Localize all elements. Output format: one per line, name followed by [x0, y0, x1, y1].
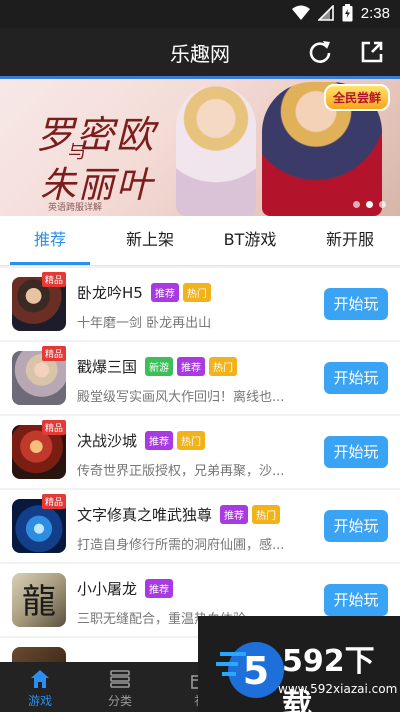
game-description: 打造自身修行所需的洞府仙圃，感... [77, 538, 285, 553]
game-description: 传奇世界正版授权，兄弟再聚，沙... [77, 464, 285, 479]
status-bar: 2:38 [0, 0, 400, 28]
dragon-glyph-icon: 龍 [22, 582, 56, 622]
start-play-button[interactable]: 开始玩 [324, 362, 388, 394]
game-description: 十年磨一剑 卧龙再出山 [77, 316, 212, 331]
site-watermark: 5 592下载 www.592xiazai.com [198, 616, 400, 712]
tag-recommended: 推荐 [145, 431, 174, 450]
tag-recommended: 推荐 [150, 283, 179, 302]
promo-banner[interactable]: 罗密欧 与 朱丽叶 英语跨服详解 全民尝鲜 [0, 76, 400, 216]
refresh-icon[interactable] [306, 38, 334, 66]
game-name: 卧龙吟H5 [77, 284, 143, 302]
banner-title-line1: 罗密欧 [36, 113, 157, 157]
nav-games-label: 游戏 [27, 694, 52, 708]
banner-pagination [353, 201, 386, 208]
wifi-icon [291, 5, 310, 20]
banner-dot[interactable] [379, 201, 386, 208]
banner-heroine-art [176, 86, 256, 216]
tag-new: 新游 [145, 357, 174, 376]
watermark-logo-icon: 5 [216, 642, 284, 698]
premium-badge: 精品 [42, 420, 67, 435]
start-play-button[interactable]: 开始玩 [324, 288, 388, 320]
nav-categories[interactable]: 分类 [80, 662, 160, 712]
game-row[interactable]: 精品 戳爆三国 新游 推荐 热门 殿堂级写实画风大作回归！离线也... 开始玩 [0, 342, 400, 414]
premium-badge: 精品 [42, 346, 67, 361]
share-icon[interactable] [358, 38, 386, 66]
game-name: 戳爆三国 [77, 358, 138, 376]
start-play-button[interactable]: 开始玩 [324, 584, 388, 616]
game-row[interactable]: 精品 文字修真之唯武独尊 推荐 热门 打造自身修行所需的洞府仙圃，感... 开始… [0, 490, 400, 562]
clock: 2:38 [360, 4, 390, 22]
tag-recommended: 推荐 [177, 357, 206, 376]
banner-badge: 全民尝鲜 [323, 84, 390, 111]
signal-icon [317, 5, 334, 21]
banner-dot[interactable] [353, 201, 360, 208]
battery-icon [342, 4, 353, 22]
game-icon: 龍 [12, 573, 66, 627]
nav-games[interactable]: 游戏 [0, 662, 80, 712]
start-play-button[interactable]: 开始玩 [324, 436, 388, 468]
start-play-button[interactable]: 开始玩 [324, 510, 388, 542]
premium-badge: 精品 [42, 494, 67, 509]
game-icon [12, 647, 66, 662]
tab-recommended[interactable]: 推荐 [0, 216, 100, 265]
tag-hot: 热门 [177, 431, 206, 450]
nav-categories-label: 分类 [107, 694, 132, 708]
watermark-url: www.592xiazai.com [278, 682, 398, 696]
tag-hot: 热门 [182, 283, 211, 302]
banner-accent-line [0, 76, 400, 79]
game-name: 决战沙城 [77, 432, 138, 450]
tag-recommended: 推荐 [145, 579, 174, 598]
list-icon [110, 670, 130, 688]
game-name: 文字修真之唯武独尊 [77, 506, 213, 524]
game-list: 精品 卧龙吟H5 推荐 热门 十年磨一剑 卧龙再出山 开始玩 精品 戳爆三国 新… [0, 266, 400, 662]
category-tabs: 推荐 新上架 BT游戏 新开服 [0, 216, 400, 266]
banner-subtitle: 英语跨服详解 [48, 203, 103, 213]
banner-dot-active[interactable] [366, 201, 373, 208]
svg-text:5: 5 [243, 649, 269, 693]
game-row[interactable]: 精品 卧龙吟H5 推荐 热门 十年磨一剑 卧龙再出山 开始玩 [0, 268, 400, 340]
watermark-brand: 592下载 [282, 644, 375, 712]
game-description: 殿堂级写实画风大作回归！离线也... [77, 390, 285, 405]
tab-new-arrivals[interactable]: 新上架 [100, 216, 200, 265]
tag-hot: 热门 [209, 357, 238, 376]
tab-bt-games[interactable]: BT游戏 [200, 216, 300, 265]
premium-badge: 精品 [42, 272, 67, 287]
page-title: 乐趣网 [170, 42, 230, 66]
home-icon [31, 670, 49, 688]
svg-text:龍: 龍 [22, 582, 56, 622]
tag-recommended: 推荐 [220, 505, 249, 524]
tag-hot: 热门 [252, 505, 281, 524]
tab-new-servers[interactable]: 新开服 [300, 216, 400, 265]
game-name: 小小屠龙 [77, 580, 138, 598]
game-row[interactable]: 精品 决战沙城 推荐 热门 传奇世界正版授权，兄弟再聚，沙... 开始玩 [0, 416, 400, 488]
app-bar: 乐趣网 [0, 28, 400, 76]
